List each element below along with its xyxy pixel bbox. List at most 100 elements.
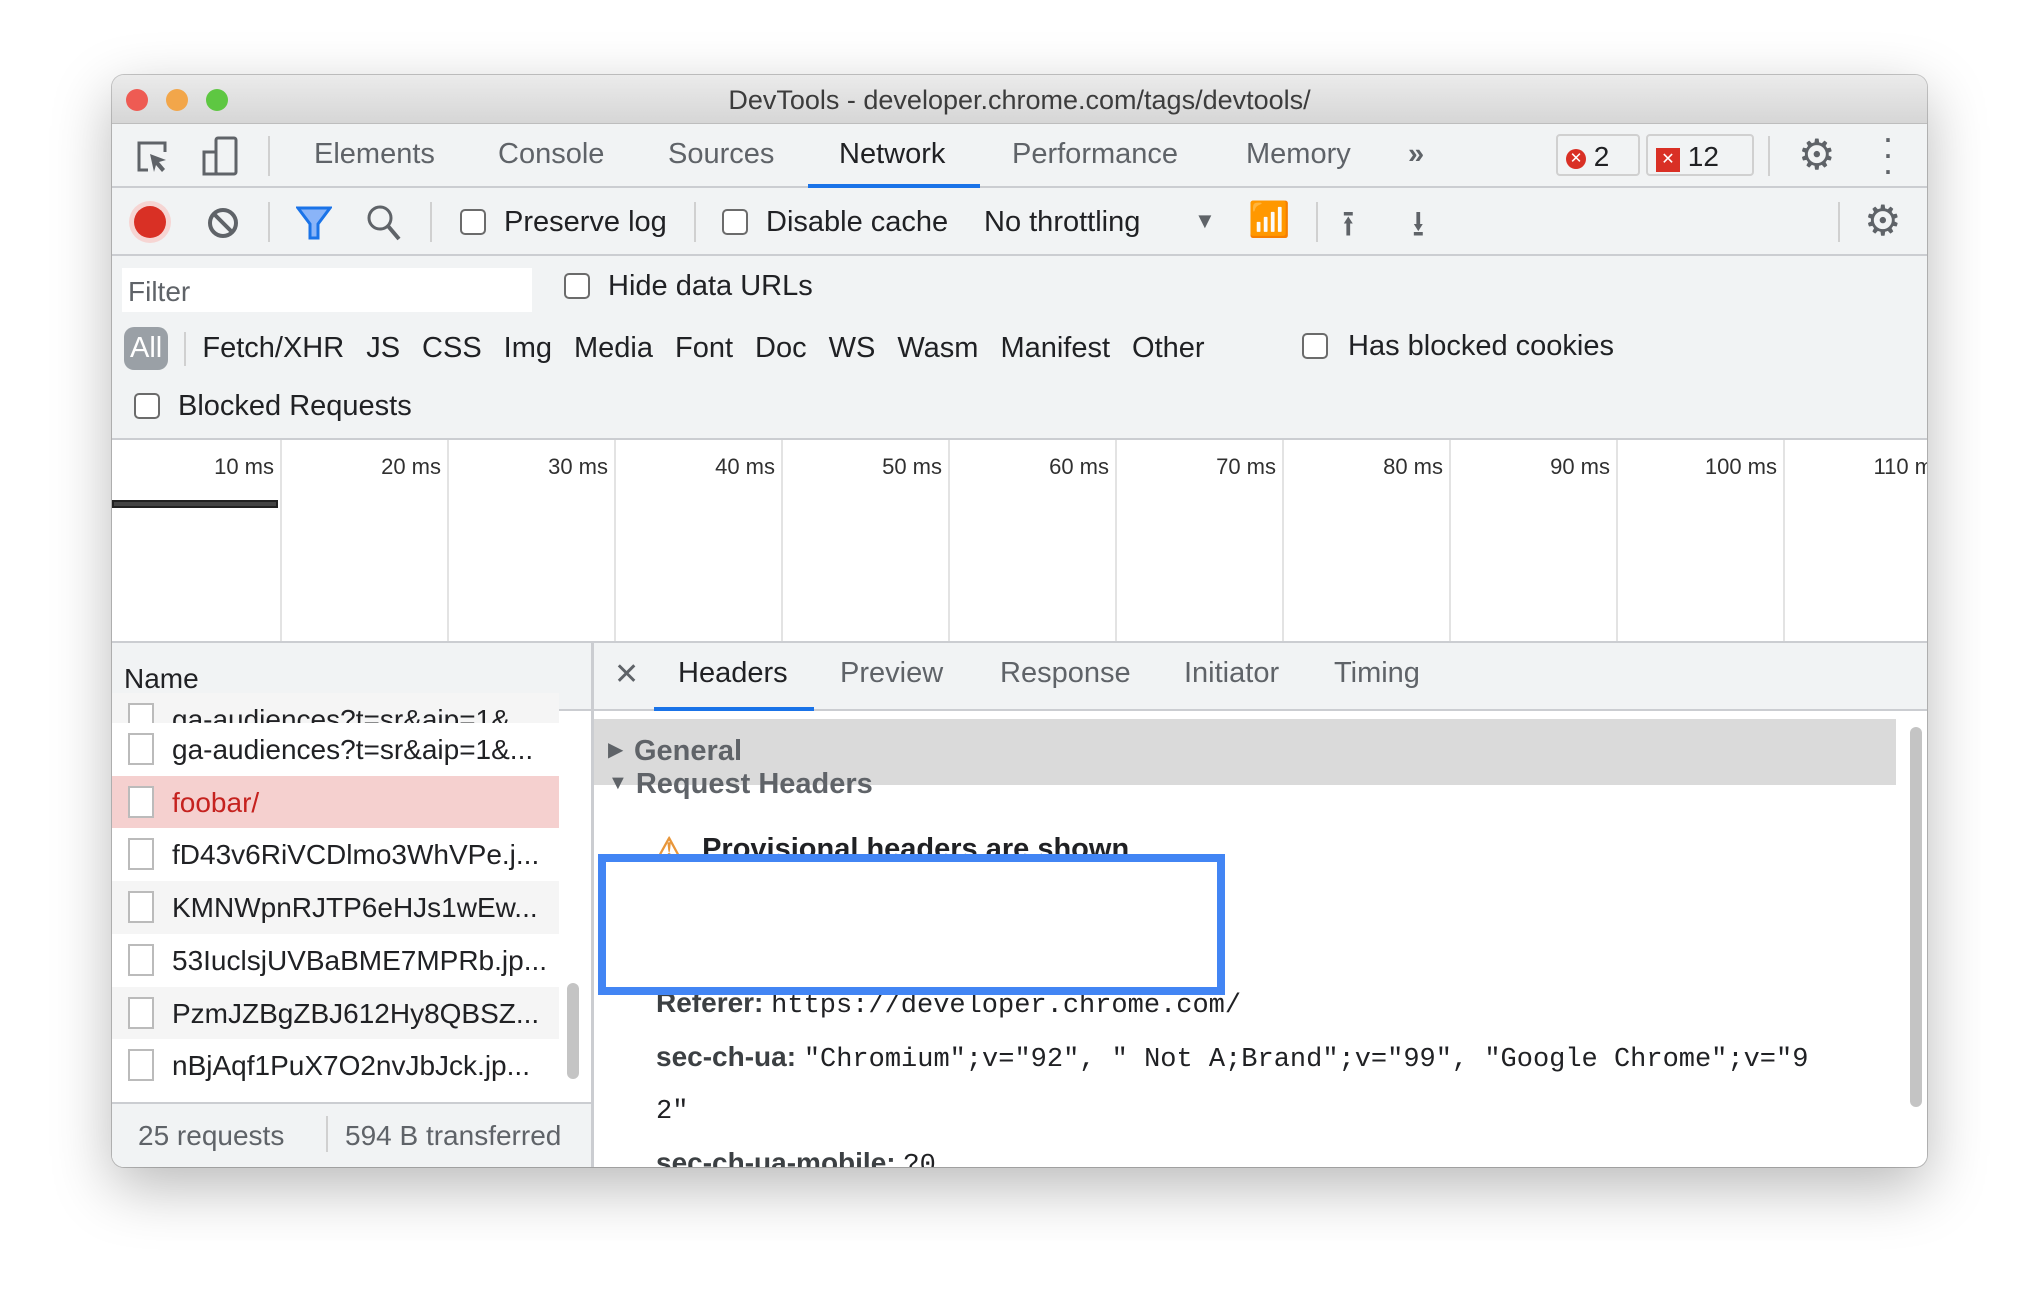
divider <box>694 202 696 242</box>
request-row[interactable]: fD43v6RiVCDlmo3WhVPe.j... <box>112 828 559 882</box>
more-options-icon[interactable]: · · · <box>1882 120 1894 188</box>
tab-response[interactable]: Response <box>1000 657 1131 690</box>
settings-gear-icon[interactable]: ⚙ <box>1798 130 1836 179</box>
request-name: PzmJZBgZBJ612Hy8QBSZ... <box>172 997 540 1029</box>
network-conditions-icon[interactable]: 📶 <box>1248 200 1290 240</box>
dropdown-arrow-icon[interactable]: ▼ <box>1194 208 1216 234</box>
filter-input[interactable]: Filter <box>122 268 532 312</box>
request-row[interactable]: ga-audiences?t=sr&aip=1&... <box>112 723 559 776</box>
network-settings-gear-icon[interactable]: ⚙ <box>1864 196 1902 245</box>
disable-cache-checkbox[interactable] <box>722 209 748 235</box>
search-icon[interactable] <box>366 204 402 242</box>
filter-type-img[interactable]: Img <box>504 332 552 364</box>
issues-count: 12 <box>1687 141 1719 172</box>
requests-scrollbar[interactable] <box>567 983 579 1079</box>
timeline-gridline <box>280 440 282 641</box>
file-icon <box>128 891 154 924</box>
timeline-gridline <box>1783 440 1785 641</box>
tab-elements[interactable]: Elements <box>314 138 435 171</box>
timeline-overview[interactable]: 10 ms 20 ms 30 ms 40 ms 50 ms 60 ms 70 ms 80 ms… <box>112 438 1927 641</box>
errors-count: 2 <box>1593 141 1610 172</box>
file-icon <box>128 996 154 1029</box>
request-row[interactable]: 53IuclsjUVBaBME7MPRb.jp... <box>112 933 559 987</box>
tab-network[interactable]: Network <box>839 138 945 171</box>
filter-type-wasm[interactable]: Wasm <box>897 332 978 364</box>
header-value: 2" <box>656 1097 689 1127</box>
clear-icon[interactable] <box>206 206 240 240</box>
divider <box>1838 202 1840 242</box>
panel-tab-bar: Elements Console Sources Network Perform… <box>112 120 1927 188</box>
request-row[interactable]: PzmJZBgZBJ612Hy8QBSZ... <box>112 986 559 1040</box>
tab-headers[interactable]: Headers <box>678 657 788 690</box>
tab-memory[interactable]: Memory <box>1246 138 1351 171</box>
file-icon <box>128 943 154 976</box>
blocked-requests-label: Blocked Requests <box>178 390 412 422</box>
filter-type-fetch-xhr[interactable]: Fetch/XHR <box>202 332 344 364</box>
file-icon <box>128 733 154 765</box>
request-header-row: sec-ch-ua: "Chromium";v="92", " Not A;Br… <box>656 1041 1808 1075</box>
timeline-gridline <box>1282 440 1284 641</box>
filter-type-js[interactable]: JS <box>366 332 400 364</box>
divider <box>326 1116 328 1152</box>
filter-type-media[interactable]: Media <box>574 332 653 364</box>
timeline-tick-label: 90 ms <box>1550 454 1610 479</box>
more-tabs-icon[interactable]: » <box>1408 138 1424 171</box>
header-value: https://developer.chrome.com/ <box>771 991 1242 1021</box>
highlight-box <box>598 854 1225 995</box>
filter-type-other[interactable]: Other <box>1132 332 1205 364</box>
timeline-gridline <box>1616 440 1618 641</box>
issues-badge[interactable]: ✕ 12 <box>1646 134 1754 176</box>
tab-sources[interactable]: Sources <box>668 138 774 171</box>
network-toolbar: Preserve log Disable cache No throttling… <box>112 188 1927 256</box>
window-title: DevTools - developer.chrome.com/tags/dev… <box>728 85 1311 115</box>
throttling-select[interactable]: No throttling <box>984 206 1140 239</box>
timeline-tick-label: 110 ms <box>1873 454 1927 479</box>
divider <box>430 202 432 242</box>
request-name: nBjAqf1PuX7O2nvJbJck.jp... <box>172 1050 530 1082</box>
preserve-log-label: Preserve log <box>504 206 667 238</box>
hide-data-urls-checkbox[interactable] <box>564 273 590 299</box>
tab-console[interactable]: Console <box>498 138 604 171</box>
request-header-row: 2" <box>656 1093 688 1127</box>
filter-icon[interactable] <box>296 206 332 240</box>
filter-type-manifest[interactable]: Manifest <box>1000 332 1110 364</box>
inspect-element-icon[interactable] <box>136 140 170 176</box>
tab-timing[interactable]: Timing <box>1334 657 1420 690</box>
has-blocked-cookies-checkbox[interactable] <box>1302 333 1328 359</box>
disable-cache-label: Disable cache <box>766 206 949 238</box>
timeline-gridline <box>447 440 449 641</box>
record-button[interactable] <box>134 206 166 238</box>
timeline-gridline <box>1115 440 1117 641</box>
request-count: 25 requests <box>138 1120 285 1151</box>
tab-preview[interactable]: Preview <box>840 657 943 690</box>
timeline-gridline <box>781 440 783 641</box>
requests-list: Name ga-audiences?t=sr&aip=1&... ga-audie… <box>112 643 594 1167</box>
filter-type-font[interactable]: Font <box>675 332 733 364</box>
filter-type-ws[interactable]: WS <box>829 332 876 364</box>
network-lower-pane: Name ga-audiences?t=sr&aip=1&... ga-audie… <box>112 641 1927 1167</box>
blocked-requests-checkbox[interactable] <box>134 393 160 419</box>
import-har-icon[interactable]: ⭱ <box>1342 198 1355 259</box>
device-toolbar-icon[interactable] <box>202 136 240 178</box>
request-row[interactable]: KMNWpnRJTP6eHJs1wEw... <box>112 881 559 935</box>
filter-type-css[interactable]: CSS <box>422 332 482 364</box>
request-row[interactable]: foobar/ <box>112 775 559 829</box>
request-row[interactable]: nBjAqf1PuX7O2nvJbJck.jp... <box>112 1039 559 1093</box>
errors-badge[interactable]: ✕ 2 <box>1556 134 1640 176</box>
file-icon <box>128 838 154 871</box>
close-details-icon[interactable]: ✕ <box>614 657 639 692</box>
timeline-tick-label: 50 ms <box>882 454 942 479</box>
filter-type-all[interactable]: All <box>124 327 169 370</box>
export-har-icon[interactable]: ⭳ <box>1412 198 1425 259</box>
resource-type-filters: All Fetch/XHR JS CSS Img Media Font Doc WS Wasm M… <box>124 327 1227 371</box>
tab-performance[interactable]: Performance <box>1012 138 1178 171</box>
details-scrollbar[interactable] <box>1910 727 1922 1107</box>
error-icon: ✕ <box>1566 149 1586 169</box>
preserve-log-checkbox[interactable] <box>460 209 486 235</box>
hide-data-urls-label: Hide data URLs <box>608 270 813 302</box>
request-header-row: sec-ch-ua-mobile: ?0 <box>656 1147 936 1167</box>
tab-initiator[interactable]: Initiator <box>1184 657 1279 690</box>
title-bar: DevTools - developer.chrome.com/tags/dev… <box>112 75 1927 124</box>
request-headers-section-header[interactable]: ▼ Request Headers <box>608 768 873 801</box>
filter-type-doc[interactable]: Doc <box>755 332 807 364</box>
